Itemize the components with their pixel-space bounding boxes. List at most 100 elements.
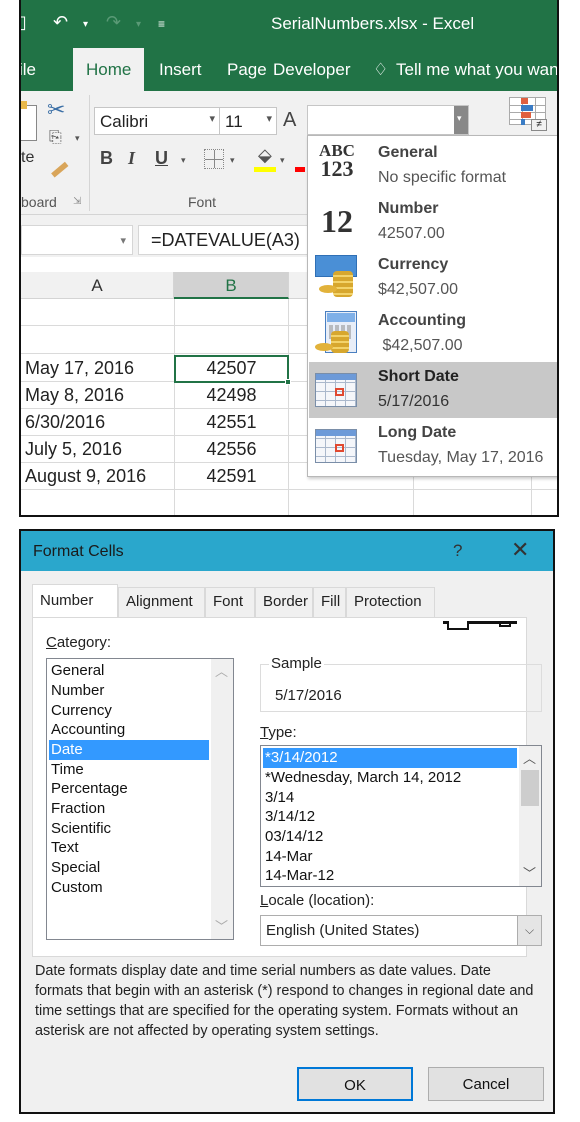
tab-number[interactable]: Number bbox=[32, 584, 118, 618]
type-item[interactable]: 14-Mar-12 bbox=[263, 866, 336, 886]
category-item-percentage[interactable]: Percentage bbox=[49, 779, 130, 799]
chevron-down-icon[interactable]: ▾ bbox=[209, 112, 215, 125]
bold-button[interactable]: B bbox=[100, 148, 113, 169]
close-icon[interactable]: ✕ bbox=[511, 537, 529, 563]
cell-a3[interactable]: May 17, 2016 bbox=[25, 358, 134, 379]
cell-a6[interactable]: July 5, 2016 bbox=[25, 439, 122, 460]
grow-font-button[interactable]: A bbox=[283, 109, 296, 132]
tab-fill[interactable]: Fill bbox=[313, 587, 346, 617]
cell-b7[interactable]: 42591 bbox=[175, 466, 288, 487]
name-box[interactable]: ▾ bbox=[21, 225, 133, 255]
font-name-combo[interactable]: Calibri ▾ bbox=[94, 107, 220, 135]
chevron-down-icon[interactable]: ▾ bbox=[266, 112, 272, 125]
cancel-button[interactable]: Cancel bbox=[428, 1067, 544, 1101]
scroll-down-icon[interactable]: ﹀ bbox=[215, 916, 228, 935]
type-scrollbar[interactable]: ︿ ﹀ bbox=[519, 746, 541, 886]
undo-dropdown-icon[interactable]: ▾ bbox=[83, 19, 88, 30]
column-header-a[interactable]: A bbox=[21, 272, 174, 299]
tab-border[interactable]: Border bbox=[255, 587, 313, 617]
borders-dropdown-icon[interactable]: ▾ bbox=[230, 155, 235, 166]
tab-insert[interactable]: Insert bbox=[159, 60, 202, 80]
clipboard-launcher-icon[interactable]: ⇲ bbox=[73, 196, 81, 207]
cell-b6[interactable]: 42556 bbox=[175, 439, 288, 460]
tab-page-layout[interactable]: Page bbox=[227, 60, 267, 80]
cell-b5[interactable]: 42551 bbox=[175, 412, 288, 433]
tab-home[interactable]: Home bbox=[73, 48, 145, 91]
type-item[interactable]: 03/14/12 bbox=[263, 827, 325, 847]
number-format-option-long-date[interactable]: Long Date Tuesday, May 17, 2016 bbox=[309, 418, 557, 474]
category-item-general[interactable]: General bbox=[49, 661, 106, 681]
type-item[interactable]: 14-Mar bbox=[263, 847, 315, 867]
number-format-option-accounting[interactable]: Accounting $42,507.00 bbox=[309, 306, 557, 362]
font-color-swatch[interactable] bbox=[295, 167, 305, 172]
format-painter-icon[interactable]: ▬ bbox=[44, 154, 71, 182]
chevron-down-icon[interactable]: ⌵ bbox=[517, 916, 541, 945]
active-cell-b3[interactable] bbox=[174, 355, 291, 385]
tab-developer[interactable]: Developer bbox=[273, 60, 351, 80]
scroll-thumb[interactable] bbox=[521, 770, 539, 806]
type-item[interactable]: 3/14/12 bbox=[263, 807, 317, 827]
cell-a5[interactable]: 6/30/2016 bbox=[25, 412, 105, 433]
fill-color-icon[interactable]: ⬙ bbox=[258, 145, 272, 166]
category-scrollbar[interactable]: ︿ ﹀ bbox=[211, 659, 233, 939]
number-format-option-currency[interactable]: Currency $42,507.00 bbox=[309, 250, 557, 306]
copy-icon[interactable]: ⎘ bbox=[49, 129, 62, 147]
conditional-formatting-icon[interactable]: ≠ bbox=[509, 97, 547, 131]
type-item[interactable]: 3/14 bbox=[263, 788, 296, 808]
category-item-text[interactable]: Text bbox=[49, 838, 81, 858]
cell-a7[interactable]: August 9, 2016 bbox=[25, 466, 146, 487]
cell-b4[interactable]: 42498 bbox=[175, 385, 288, 406]
scroll-up-icon[interactable]: ︿ bbox=[215, 661, 228, 680]
locale-select[interactable]: English (United States) ⌵ bbox=[260, 915, 542, 946]
type-item[interactable]: *3/14/2012 bbox=[263, 748, 517, 768]
category-item-fraction[interactable]: Fraction bbox=[49, 799, 107, 819]
font-size-combo[interactable]: 11 ▾ bbox=[219, 107, 277, 135]
redo-dropdown-icon[interactable]: ▾ bbox=[136, 19, 141, 30]
formula-input[interactable]: =DATEVALUE(A3) bbox=[138, 225, 328, 255]
paste-icon[interactable] bbox=[21, 105, 37, 141]
tab-protection[interactable]: Protection bbox=[346, 587, 435, 617]
underline-dropdown-icon[interactable]: ▾ bbox=[181, 155, 186, 166]
category-item-date[interactable]: Date bbox=[49, 740, 209, 760]
category-list[interactable]: General Number Currency Accounting Date … bbox=[46, 658, 234, 940]
number-format-option-short-date[interactable]: Short Date 5/17/2016 bbox=[309, 362, 557, 418]
cell-a4[interactable]: May 8, 2016 bbox=[25, 385, 124, 406]
borders-icon[interactable] bbox=[204, 149, 224, 169]
fill-color-swatch bbox=[254, 167, 276, 172]
tab-alignment[interactable]: Alignment bbox=[118, 587, 205, 617]
category-item-special[interactable]: Special bbox=[49, 858, 102, 878]
category-item-currency[interactable]: Currency bbox=[49, 701, 114, 721]
save-icon[interactable]: ▯ bbox=[21, 12, 27, 33]
column-header-c[interactable] bbox=[289, 272, 309, 299]
fill-handle[interactable] bbox=[285, 379, 291, 385]
number-format-option-general[interactable]: ABC 123 General No specific format bbox=[309, 138, 557, 194]
tab-font[interactable]: Font bbox=[205, 587, 255, 617]
chevron-down-icon[interactable]: ▾ bbox=[120, 234, 126, 247]
type-list[interactable]: *3/14/2012 *Wednesday, March 14, 2012 3/… bbox=[260, 745, 542, 887]
cut-icon[interactable]: ✂ bbox=[47, 97, 65, 123]
paste-label[interactable]: te bbox=[21, 149, 34, 167]
undo-icon[interactable]: ↶ bbox=[53, 12, 68, 33]
help-button[interactable]: ? bbox=[453, 541, 462, 561]
underline-button[interactable]: U bbox=[155, 148, 168, 169]
customize-qat-icon[interactable]: ≡ bbox=[158, 17, 165, 31]
category-item-time[interactable]: Time bbox=[49, 760, 86, 780]
redo-icon[interactable]: ↷ bbox=[106, 12, 121, 33]
category-item-custom[interactable]: Custom bbox=[49, 878, 105, 898]
category-item-scientific[interactable]: Scientific bbox=[49, 819, 113, 839]
number-format-option-number[interactable]: 12 Number 42507.00 bbox=[309, 194, 557, 250]
scroll-down-icon[interactable]: ﹀ bbox=[523, 863, 536, 882]
fill-color-dropdown-icon[interactable]: ▾ bbox=[280, 155, 285, 166]
copy-dropdown-icon[interactable]: ▾ bbox=[75, 133, 80, 144]
number-format-combo[interactable]: ▾ bbox=[307, 105, 469, 135]
italic-button[interactable]: I bbox=[128, 148, 135, 169]
number-format-dropdown-button[interactable]: ▾ bbox=[454, 106, 468, 134]
type-item[interactable]: *Wednesday, March 14, 2012 bbox=[263, 768, 463, 788]
tab-file[interactable]: ile bbox=[21, 60, 36, 80]
scroll-up-icon[interactable]: ︿ bbox=[523, 748, 536, 767]
tell-me-search[interactable]: Tell me what you want bbox=[396, 60, 557, 80]
column-header-b[interactable]: B bbox=[174, 272, 289, 299]
category-item-number[interactable]: Number bbox=[49, 681, 106, 701]
category-item-accounting[interactable]: Accounting bbox=[49, 720, 127, 740]
ok-button[interactable]: OK bbox=[297, 1067, 413, 1101]
